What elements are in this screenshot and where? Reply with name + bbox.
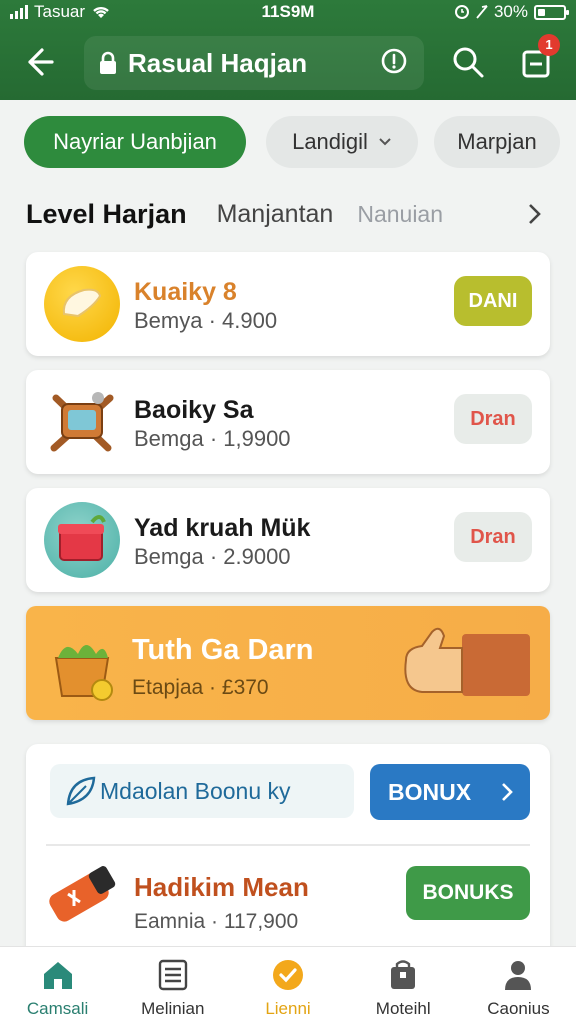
- nav-label: Camsali: [26, 999, 89, 1018]
- item-price: Bemga · 2.9000: [134, 544, 291, 569]
- list-item[interactable]: Baoiky Sa Bemga · 1,9900 Dran: [26, 370, 550, 474]
- promo-title: Tuth Ga Darn: [132, 634, 314, 666]
- list-icon: [158, 959, 187, 991]
- chevron-down-icon: [379, 138, 391, 146]
- nav-label: Caonius: [487, 999, 550, 1018]
- location-arrow-icon: [476, 5, 488, 19]
- bag-icon: [391, 960, 416, 989]
- divider: [46, 844, 530, 846]
- page-title: Rasual Haqjan: [128, 47, 308, 78]
- bonus-button-label: BONUX: [388, 778, 472, 805]
- list-item[interactable]: Kuaiky 8 Bemya · 4.900 DANI: [26, 252, 550, 356]
- item-price: Bemga · 1,9900: [134, 426, 291, 451]
- vegetable-basket-icon: [54, 645, 113, 701]
- glove-icon: [44, 266, 120, 342]
- lock-icon: [100, 51, 116, 74]
- bonus-pill-label: Mdaolan Boonu ky: [100, 777, 291, 804]
- filter-chip-dropdown[interactable]: Landigil: [266, 116, 418, 168]
- item-price: Bemya · 4.900: [134, 308, 278, 333]
- bonus-item-price: Eamnia · 117,900: [134, 910, 299, 933]
- home-icon: [43, 962, 72, 989]
- battery-icon: [534, 4, 569, 20]
- bonus-pill[interactable]: Mdaolan Boonu ky: [50, 764, 354, 818]
- nav-label: Melinian: [141, 999, 205, 1018]
- app-bar: Rasual Haqjan 1: [0, 24, 576, 100]
- filter-chip-third[interactable]: Marpjan: [434, 116, 560, 168]
- tab-third[interactable]: Nanuian: [357, 201, 443, 228]
- title-field[interactable]: Rasual Haqjan: [84, 36, 424, 90]
- chevron-right-icon[interactable]: [522, 200, 546, 228]
- bonus-card: Mdaolan Boonu ky BONUX Hadikim Mean Eamn…: [26, 744, 550, 964]
- filter-chip-label: Landigil: [292, 129, 368, 154]
- item-action-button[interactable]: Dran: [454, 512, 532, 562]
- tab-second[interactable]: Manjantan: [217, 200, 334, 229]
- person-icon: [505, 961, 532, 990]
- bonus-item-button[interactable]: BONUKS: [406, 866, 530, 920]
- item-action-button[interactable]: DANI: [454, 276, 532, 326]
- nav-item-check[interactable]: Lienni: [230, 947, 345, 1024]
- item-name: Baoiky Sa: [134, 396, 254, 424]
- promo-banner[interactable]: Tuth Ga Darn Etapjaa · £370: [26, 606, 550, 720]
- leaf-icon: [66, 776, 96, 806]
- nav-label: Moteihl: [375, 999, 431, 1018]
- flashlight-icon: [49, 866, 116, 922]
- top-bar: Tasuar 11S9M 30% Rasual Haqjan 1: [0, 0, 576, 100]
- tab-level[interactable]: Level Harjan: [26, 199, 187, 230]
- item-action-button[interactable]: Dran: [454, 394, 532, 444]
- bottom-nav: Camsali Melinian Lienni Moteihl Caonius: [0, 946, 576, 1024]
- alarm-icon: [454, 5, 469, 19]
- nav-item-list[interactable]: Melinian: [115, 947, 230, 1024]
- bonus-item-name: Hadikim Mean: [134, 872, 309, 902]
- item-name: Kuaiky 8: [134, 278, 237, 306]
- battery-percent: 30%: [493, 2, 528, 21]
- promo-subtitle: Etapjaa · £370: [132, 676, 269, 699]
- battery-level: [538, 8, 545, 16]
- check-circle-icon: [273, 960, 303, 990]
- cart-badge: 1: [538, 34, 560, 56]
- nav-item-home[interactable]: Camsali: [0, 947, 115, 1024]
- bonus-button[interactable]: BONUX: [370, 764, 530, 820]
- status-bar: Tasuar 11S9M 30%: [0, 0, 576, 24]
- location-pin-icon[interactable]: [376, 44, 412, 80]
- search-icon[interactable]: [448, 42, 488, 82]
- robot-toy-icon: [44, 384, 120, 460]
- gift-box-icon: [44, 502, 120, 578]
- back-arrow-icon[interactable]: [18, 42, 58, 82]
- thumbs-up-hand-icon: [404, 627, 530, 696]
- filter-chip-active[interactable]: Nayriar Uanbjian: [24, 116, 246, 168]
- section-tabs: Level Harjan Manjantan Nanuian: [26, 196, 556, 232]
- nav-item-profile[interactable]: Caonius: [461, 947, 576, 1024]
- nav-label: Lienni: [265, 999, 311, 1018]
- nav-item-bag[interactable]: Moteihl: [346, 947, 461, 1024]
- item-name: Yad kruah Mük: [134, 514, 311, 542]
- list-item[interactable]: Yad kruah Mük Bemga · 2.9000 Dran: [26, 488, 550, 592]
- chevron-right-icon: [502, 783, 513, 801]
